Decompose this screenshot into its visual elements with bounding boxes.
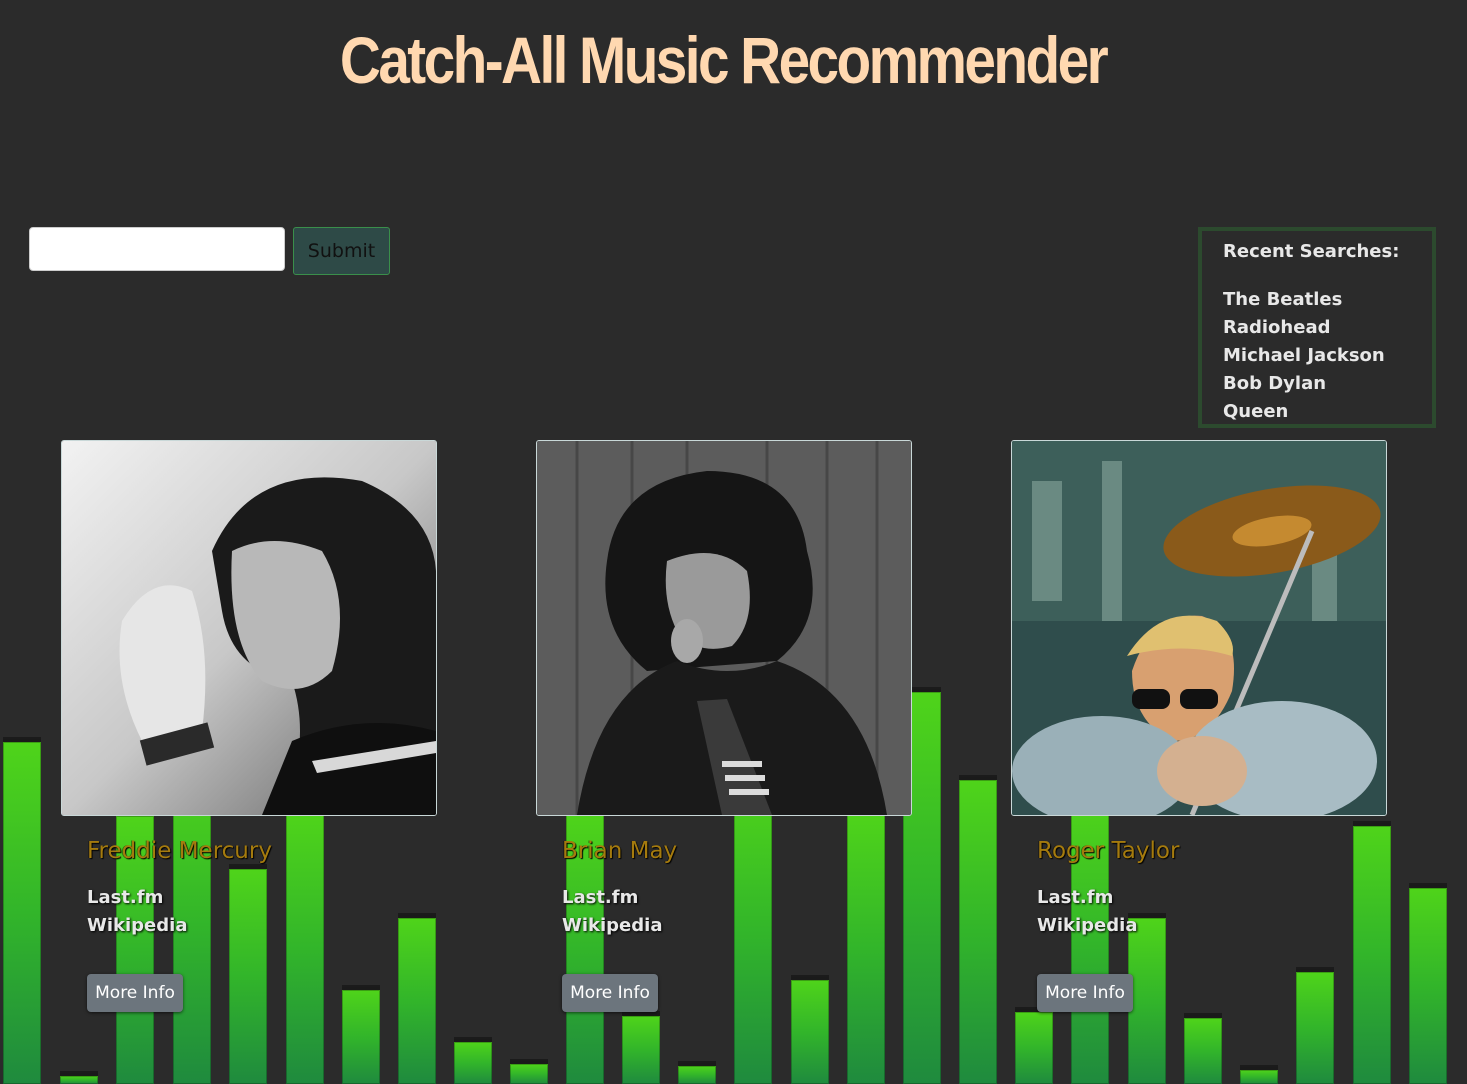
wikipedia-link[interactable]: Wikipedia xyxy=(562,915,662,936)
wikipedia-link[interactable]: Wikipedia xyxy=(1037,915,1137,936)
more-info-button[interactable]: More Info xyxy=(87,974,183,1012)
equalizer-bar xyxy=(1015,1009,1053,1084)
equalizer-bar xyxy=(1296,969,1334,1084)
page-title: Catch-All Music Recommender xyxy=(339,23,1109,97)
equalizer-bar xyxy=(454,1039,492,1084)
equalizer-bar xyxy=(286,811,324,1084)
equalizer-bar xyxy=(398,915,436,1084)
artist-card: Brian May Last.fm Wikipedia More Info xyxy=(536,440,912,1012)
brian-may-photo xyxy=(536,440,912,816)
more-info-button[interactable]: More Info xyxy=(562,974,658,1012)
equalizer-bar xyxy=(342,987,380,1084)
equalizer-bar xyxy=(622,1013,660,1084)
equalizer-bar xyxy=(1184,1015,1222,1084)
artist-name[interactable]: Freddie Mercury xyxy=(87,838,272,864)
artist-name[interactable]: Brian May xyxy=(562,838,677,864)
wikipedia-link[interactable]: Wikipedia xyxy=(87,915,187,936)
recent-search-item[interactable]: Bob Dylan xyxy=(1223,370,1432,398)
artist-card: Roger Taylor Last.fm Wikipedia More Info xyxy=(1011,440,1387,1012)
search-input[interactable] xyxy=(29,227,285,271)
equalizer-bar xyxy=(1128,915,1166,1084)
recent-search-item[interactable]: Queen xyxy=(1223,398,1432,426)
equalizer-bar xyxy=(510,1061,548,1084)
lastfm-link[interactable]: Last.fm xyxy=(1037,887,1113,908)
lastfm-link[interactable]: Last.fm xyxy=(87,887,163,908)
recent-searches-heading: Recent Searches: xyxy=(1223,241,1400,262)
equalizer-bar xyxy=(229,866,267,1084)
artist-card: Freddie Mercury Last.fm Wikipedia More I… xyxy=(61,440,437,1012)
equalizer-bar xyxy=(678,1063,716,1084)
submit-button[interactable]: Submit xyxy=(293,227,390,275)
equalizer-bar xyxy=(847,811,885,1084)
equalizer-bar xyxy=(1353,823,1391,1084)
recent-search-item[interactable]: The Beatles xyxy=(1223,286,1432,314)
equalizer-bar xyxy=(1409,885,1447,1084)
equalizer-bar xyxy=(3,739,41,1084)
lastfm-link[interactable]: Last.fm xyxy=(562,887,638,908)
artist-name[interactable]: Roger Taylor xyxy=(1037,838,1179,864)
equalizer-bar xyxy=(791,977,829,1084)
more-info-button[interactable]: More Info xyxy=(1037,974,1133,1012)
roger-taylor-photo xyxy=(1011,440,1387,816)
equalizer-bar xyxy=(959,777,997,1084)
page: Catch-All Music Recommender Submit Recen… xyxy=(0,0,1467,1084)
equalizer-bar xyxy=(1240,1067,1278,1084)
equalizer-bar xyxy=(60,1073,98,1084)
recent-search-item[interactable]: Radiohead xyxy=(1223,314,1432,342)
recent-searches-panel: Recent Searches: The Beatles Radiohead M… xyxy=(1198,227,1436,428)
freddie-mercury-photo xyxy=(61,440,437,816)
recent-search-item[interactable]: Michael Jackson xyxy=(1223,342,1432,370)
equalizer-bar xyxy=(734,781,772,1084)
